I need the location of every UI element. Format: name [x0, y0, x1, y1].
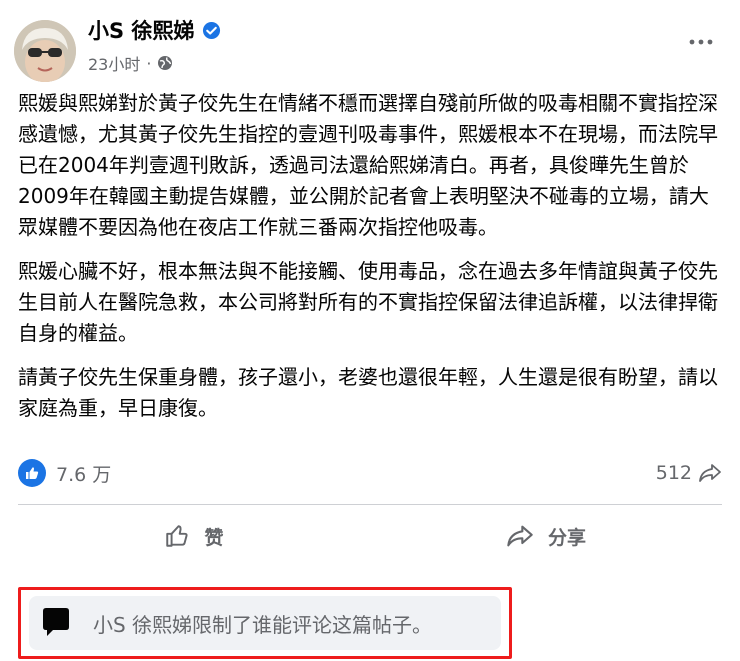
avatar-image — [14, 20, 76, 82]
share-button[interactable]: 分享 — [370, 515, 722, 557]
more-horizontal-icon — [689, 39, 713, 45]
stats-divider — [18, 504, 722, 505]
globe-icon[interactable] — [157, 55, 173, 71]
author-name-row: 小S 徐熙娣 — [88, 15, 221, 45]
reactions-summary[interactable]: 7.6 万 — [18, 459, 111, 487]
author-avatar[interactable] — [14, 20, 76, 82]
shares-summary[interactable]: 512 — [656, 462, 722, 484]
post-stats: 7.6 万 512 — [18, 458, 722, 488]
post-paragraph-2: 熙媛心臟不好，根本無法與不能接觸、使用毒品，念在過去多年情誼與黃子佼先生目前人在… — [18, 259, 718, 345]
verified-badge-icon — [203, 21, 221, 39]
author-name[interactable]: 小S 徐熙娣 — [88, 15, 194, 45]
post-timestamp[interactable]: 23小时 — [88, 51, 140, 75]
speech-bubble-icon — [43, 608, 69, 636]
comment-restriction-highlight: 小S 徐熙娣限制了谁能评论这篇帖子。 — [18, 587, 512, 659]
thumbs-up-outline-icon — [166, 525, 189, 547]
post-paragraph-1: 熙媛與熙娣對於黃子佼先生在情緒不穩而選擇自殘前所做的吸毒相關不實指控深感遺憾，尤… — [18, 91, 718, 239]
share-arrow-icon — [699, 464, 721, 482]
post-body: 熙媛與熙娣對於黃子佼先生在情緒不穩而選擇自殘前所做的吸毒相關不實指控深感遺憾，尤… — [18, 88, 724, 437]
post-actions: 赞 分享 — [18, 515, 722, 557]
like-button[interactable]: 赞 — [18, 515, 370, 557]
meta-separator: · — [146, 53, 152, 73]
reactions-count: 7.6 万 — [56, 463, 112, 486]
share-arrow-icon — [507, 525, 533, 547]
comment-restriction-notice: 小S 徐熙娣限制了谁能评论这篇帖子。 — [29, 596, 501, 650]
comment-restriction-text: 小S 徐熙娣限制了谁能评论这篇帖子。 — [93, 612, 433, 637]
post-meta: 23小时 · — [88, 51, 173, 75]
like-button-label: 赞 — [204, 526, 224, 549]
share-button-label: 分享 — [547, 526, 586, 549]
thumbs-up-icon — [18, 459, 46, 487]
post-paragraph-3: 請黃子佼先生保重身體，孩子還小，老婆也還很年輕，人生還是很有盼望，請以家庭為重，… — [18, 365, 718, 420]
more-options-button[interactable] — [686, 30, 716, 54]
shares-count: 512 — [655, 462, 692, 484]
